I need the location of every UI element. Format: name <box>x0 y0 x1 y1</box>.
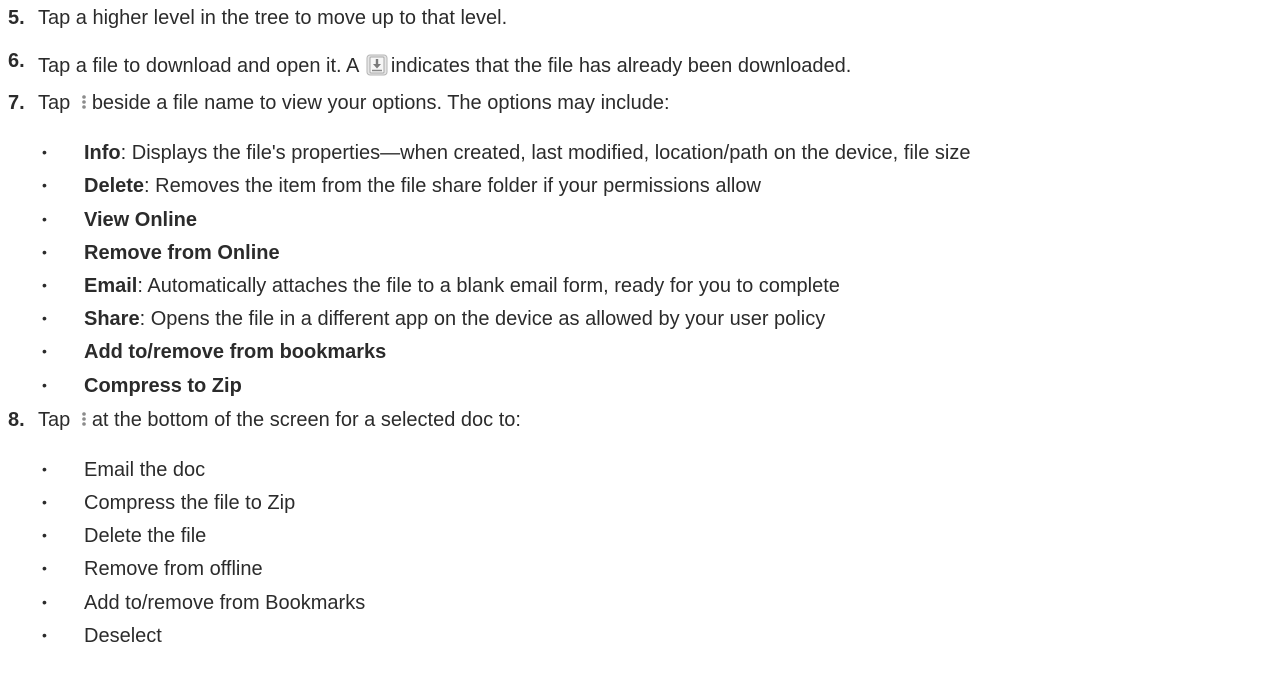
action-label: Add to/remove from Bookmarks <box>84 592 366 614</box>
download-badge-icon <box>366 54 388 76</box>
step-6: 6. Tap a file to download and open it. A … <box>8 50 851 80</box>
list-item-action: Delete the file <box>42 521 206 551</box>
list-item-option: Email: Automatically attaches the file t… <box>42 271 840 301</box>
bullet <box>42 455 84 486</box>
option-desc: : Displays the file's properties—when cr… <box>120 142 971 164</box>
step-number: 5. <box>8 7 25 29</box>
list-item-action: Email the doc <box>42 455 205 485</box>
step-text-post: beside a file name to view your options.… <box>91 92 670 114</box>
document-page: 5. Tap a higher level in the tree to move… <box>0 0 1266 683</box>
step-text-pre: Tap <box>38 409 71 431</box>
option-name: Share <box>84 308 140 330</box>
bullet <box>42 337 84 368</box>
list-item-option: View Online <box>42 205 197 235</box>
bullet <box>42 171 84 202</box>
action-label: Delete the file <box>84 525 207 547</box>
list-item-action: Add to/remove from Bookmarks <box>42 588 365 618</box>
bullet <box>42 588 84 619</box>
list-item-option: Remove from Online <box>42 238 280 268</box>
list-item-action: Deselect <box>42 621 162 651</box>
list-item-option: Delete: Removes the item from the file s… <box>42 171 761 201</box>
step-number: 8. <box>8 409 25 431</box>
option-name: Compress to Zip <box>84 375 242 397</box>
step-text-post: indicates that the file has already been… <box>390 55 852 77</box>
bullet <box>42 521 84 552</box>
option-desc: : Automatically attaches the file to a b… <box>137 275 840 297</box>
list-item-action: Remove from offline <box>42 554 263 584</box>
bullet <box>42 488 84 519</box>
option-name: Add to/remove from bookmarks <box>84 341 387 363</box>
kebab-menu-icon <box>78 408 90 428</box>
bullet <box>42 271 84 302</box>
step-8: 8. Tap at the bottom of the screen for a … <box>8 405 521 435</box>
option-name: Info <box>84 142 121 164</box>
option-name: Remove from Online <box>84 242 280 264</box>
step-text-pre: Tap a file to download and open it. A <box>38 55 360 77</box>
bullet <box>42 621 84 652</box>
step-number: 7. <box>8 92 25 114</box>
option-name: Email <box>84 275 138 297</box>
action-label: Remove from offline <box>84 558 263 580</box>
list-item-action: Compress the file to Zip <box>42 488 295 518</box>
action-label: Deselect <box>84 625 162 647</box>
bullet <box>42 371 84 402</box>
step-text: Tap a higher level in the tree to move u… <box>38 7 508 29</box>
bullet <box>42 138 84 169</box>
option-name: View Online <box>84 209 197 231</box>
action-label: Compress the file to Zip <box>84 492 296 514</box>
kebab-menu-icon <box>78 91 90 111</box>
option-desc: : Removes the item from the file share f… <box>144 175 761 197</box>
step-7: 7. Tap beside a file name to view your op… <box>8 88 670 118</box>
step-text-pre: Tap <box>38 92 71 114</box>
step-number: 6. <box>8 50 25 72</box>
step-text-post: at the bottom of the screen for a select… <box>91 409 521 431</box>
bullet <box>42 554 84 585</box>
bullet <box>42 304 84 335</box>
action-label: Email the doc <box>84 459 206 481</box>
option-desc: : Opens the file in a different app on t… <box>139 308 826 330</box>
option-name: Delete <box>84 175 145 197</box>
bullet <box>42 238 84 269</box>
list-item-option: Info: Displays the file's properties—whe… <box>42 138 970 168</box>
list-item-option: Share: Opens the file in a different app… <box>42 304 825 334</box>
step-5: 5. Tap a higher level in the tree to move… <box>8 3 507 33</box>
list-item-option: Compress to Zip <box>42 371 242 401</box>
list-item-option: Add to/remove from bookmarks <box>42 337 386 367</box>
bullet <box>42 205 84 236</box>
